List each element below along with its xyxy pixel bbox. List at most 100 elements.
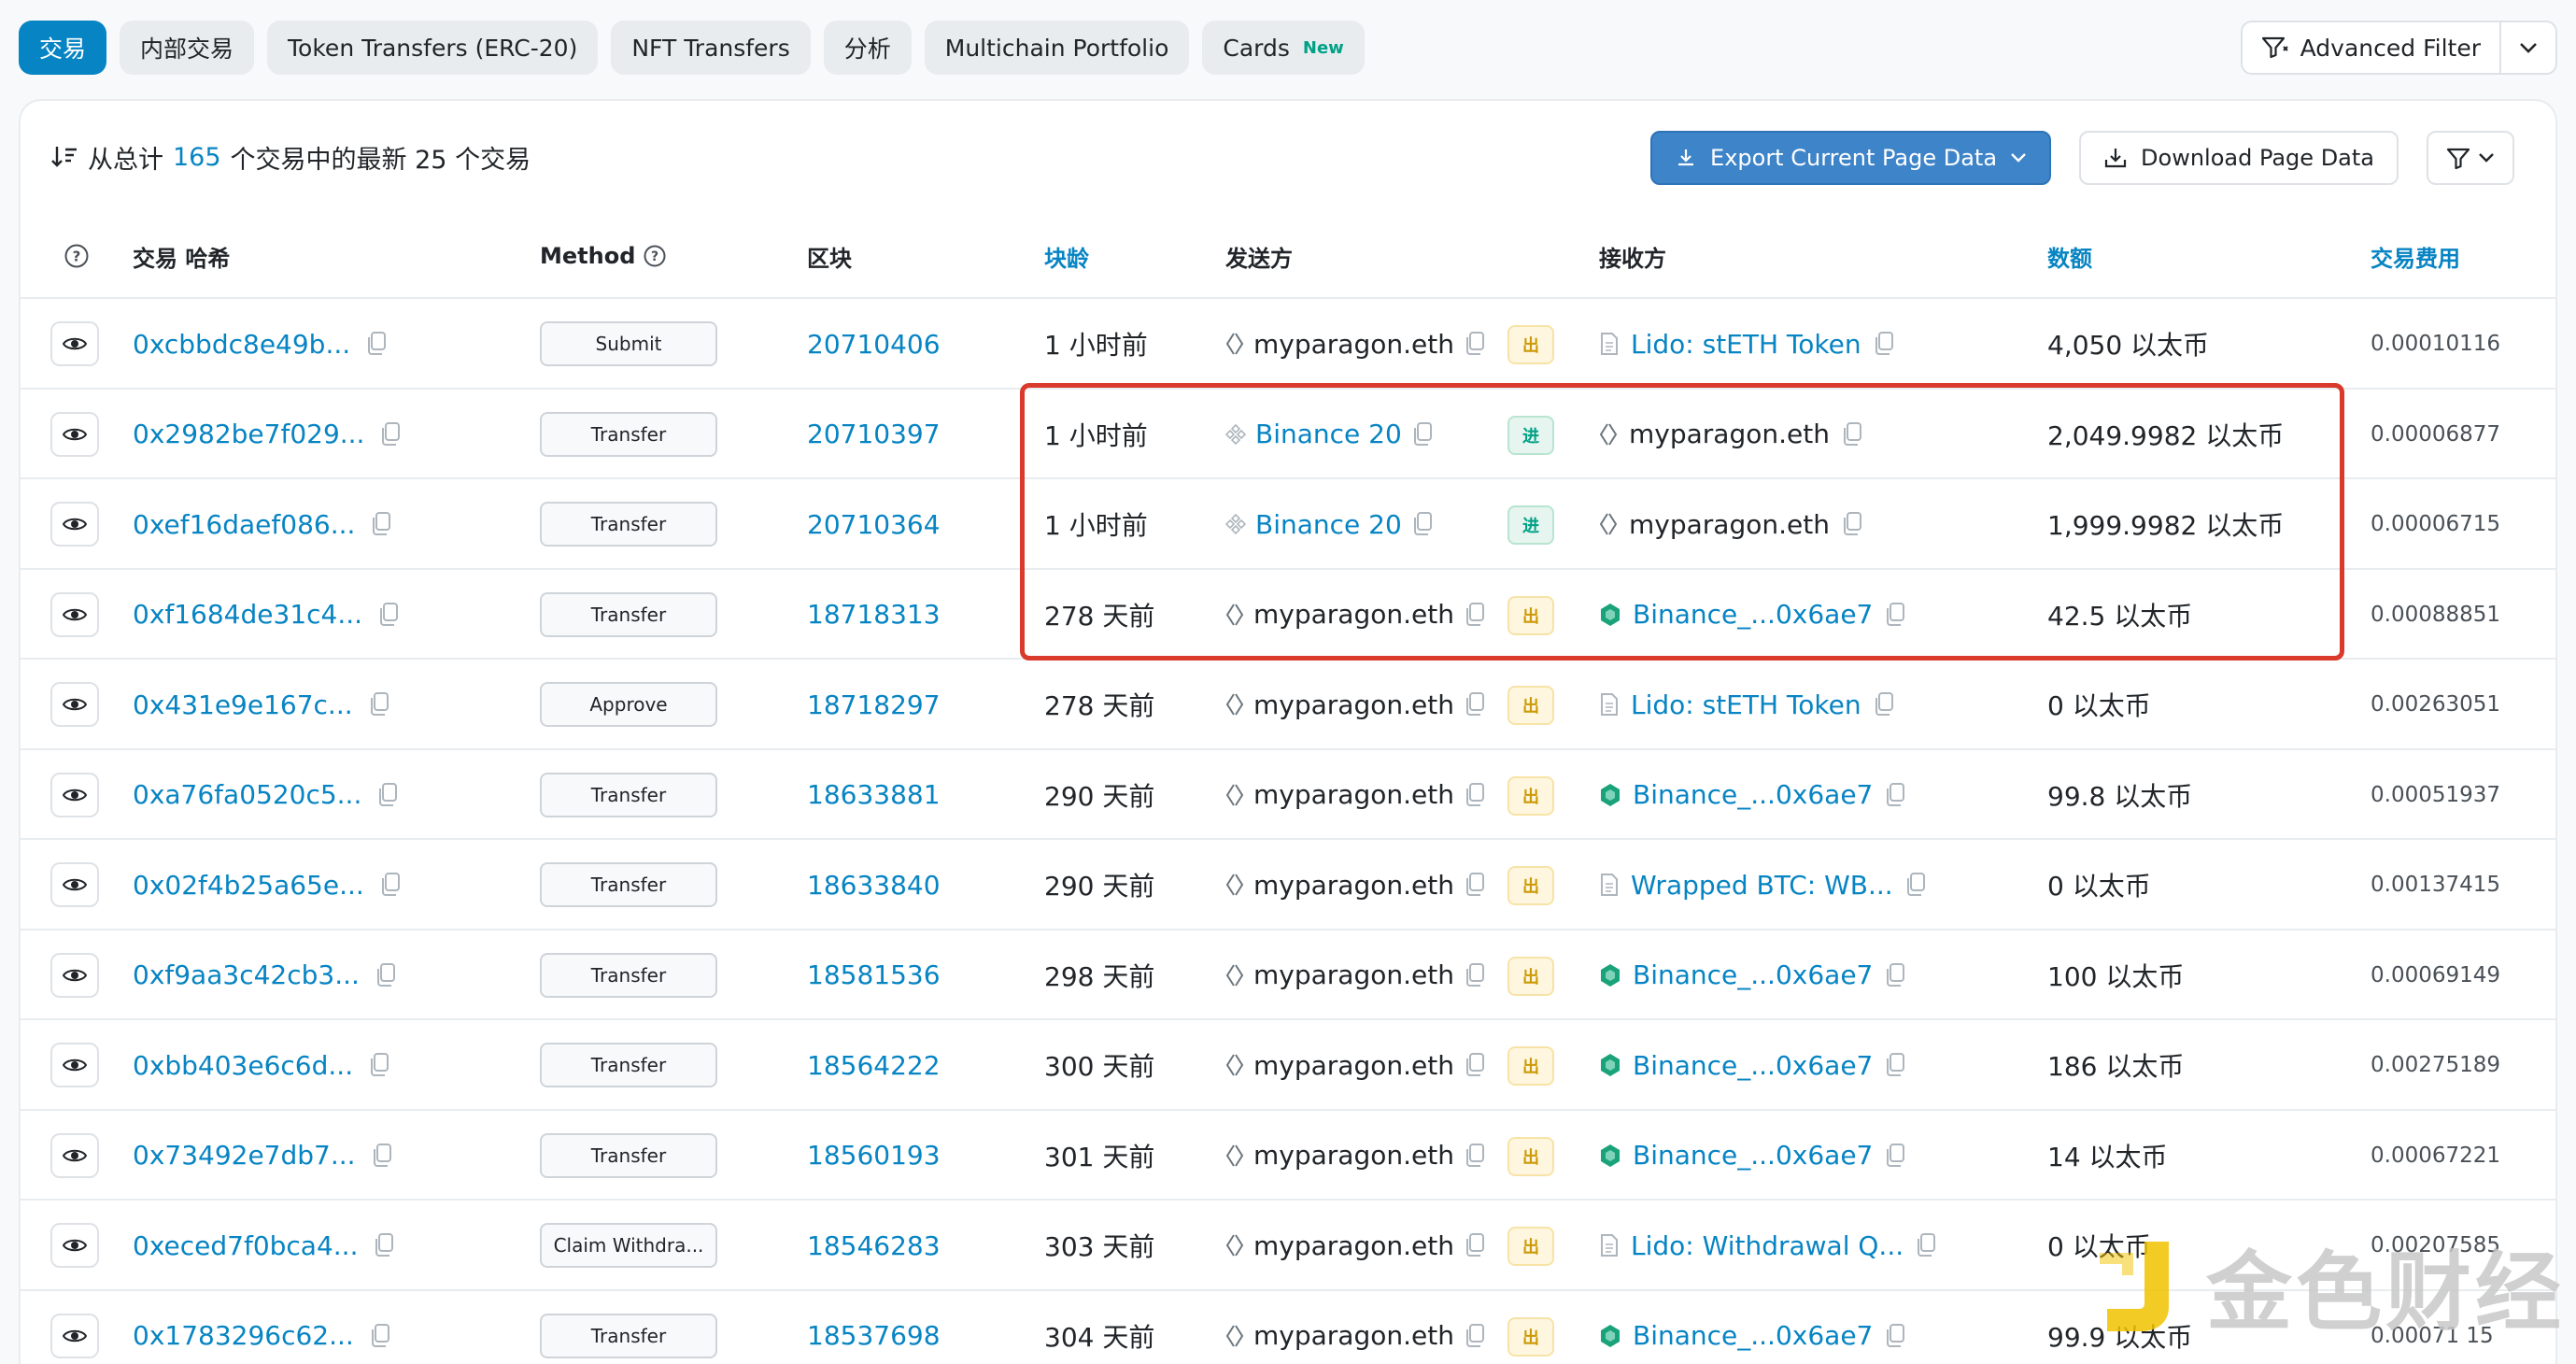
tx-hash-link[interactable]: 0xeced7f0bca4...: [133, 1230, 358, 1261]
col-age[interactable]: 块龄: [1044, 213, 1089, 299]
copy-icon[interactable]: [376, 782, 401, 808]
to-address[interactable]: Lido: stETH Token: [1631, 329, 1861, 360]
from-address[interactable]: myparagon.eth: [1253, 1230, 1454, 1261]
tx-hash-link[interactable]: 0xa76fa0520c5...: [133, 779, 361, 810]
copy-icon[interactable]: [1464, 602, 1488, 628]
to-address[interactable]: myparagon.eth: [1629, 509, 1830, 540]
copy-icon[interactable]: [370, 511, 394, 537]
tx-hash-link[interactable]: 0xf1684de31c4...: [133, 599, 362, 630]
tab-3[interactable]: NFT Transfers: [611, 21, 811, 75]
tx-hash-link[interactable]: 0x02f4b25a65e...: [133, 870, 364, 901]
copy-icon[interactable]: [365, 331, 389, 357]
preview-eye-button[interactable]: [50, 411, 99, 457]
copy-icon[interactable]: [377, 602, 402, 628]
tab-4[interactable]: 分析: [823, 21, 912, 75]
chevron-down-icon[interactable]: [2501, 22, 2555, 73]
copy-icon[interactable]: [1464, 1143, 1488, 1169]
copy-icon[interactable]: [1464, 691, 1488, 718]
preview-eye-button[interactable]: [50, 321, 99, 366]
col-amount[interactable]: 数额: [2047, 213, 2092, 299]
from-address[interactable]: myparagon.eth: [1253, 329, 1454, 360]
copy-icon[interactable]: [1841, 511, 1865, 537]
copy-icon[interactable]: [1884, 602, 1908, 628]
copy-icon[interactable]: [1884, 1143, 1908, 1169]
preview-eye-button[interactable]: [50, 1223, 99, 1268]
to-address[interactable]: myparagon.eth: [1629, 419, 1830, 449]
copy-icon[interactable]: [379, 421, 403, 448]
from-address[interactable]: myparagon.eth: [1253, 599, 1454, 630]
tx-hash-link[interactable]: 0x1783296c62...: [133, 1320, 354, 1351]
tab-6[interactable]: Cards New: [1202, 21, 1365, 75]
copy-icon[interactable]: [1464, 782, 1488, 808]
block-link[interactable]: 18546283: [807, 1201, 941, 1290]
from-address[interactable]: myparagon.eth: [1253, 1050, 1454, 1081]
copy-icon[interactable]: [1411, 511, 1436, 537]
tab-0[interactable]: 交易: [19, 21, 107, 75]
copy-icon[interactable]: [368, 691, 392, 718]
download-page-data-button[interactable]: Download Page Data: [2079, 131, 2399, 185]
help-icon[interactable]: ?: [643, 244, 667, 268]
to-address[interactable]: Wrapped BTC: WB...: [1631, 870, 1893, 901]
copy-icon[interactable]: [1904, 872, 1929, 898]
from-address[interactable]: myparagon.eth: [1253, 959, 1454, 990]
copy-icon[interactable]: [1464, 962, 1488, 988]
tx-hash-link[interactable]: 0xbb403e6c6d...: [133, 1050, 353, 1081]
copy-icon[interactable]: [1884, 962, 1908, 988]
column-filter-button[interactable]: [2427, 131, 2514, 185]
to-address[interactable]: Binance_...0x6ae7: [1633, 959, 1873, 990]
from-address[interactable]: myparagon.eth: [1253, 870, 1454, 901]
copy-icon[interactable]: [368, 1052, 392, 1078]
tx-hash-link[interactable]: 0x431e9e167c...: [133, 689, 353, 720]
from-address[interactable]: Binance 20: [1255, 509, 1402, 540]
copy-icon[interactable]: [371, 1143, 395, 1169]
preview-eye-button[interactable]: [50, 952, 99, 998]
preview-eye-button[interactable]: [50, 502, 99, 547]
to-address[interactable]: Binance_...0x6ae7: [1633, 779, 1873, 810]
block-link[interactable]: 18633881: [807, 750, 941, 840]
preview-eye-button[interactable]: [50, 1132, 99, 1178]
copy-icon[interactable]: [1464, 1232, 1488, 1258]
copy-icon[interactable]: [1464, 331, 1488, 357]
copy-icon[interactable]: [1464, 872, 1488, 898]
from-address[interactable]: myparagon.eth: [1253, 689, 1454, 720]
preview-eye-button[interactable]: [50, 682, 99, 727]
block-link[interactable]: 18633840: [807, 840, 941, 930]
copy-icon[interactable]: [375, 962, 399, 988]
block-link[interactable]: 18718313: [807, 570, 941, 660]
col-fee[interactable]: 交易费用: [2371, 213, 2460, 299]
block-link[interactable]: 20710364: [807, 479, 941, 569]
to-address[interactable]: Binance_...0x6ae7: [1633, 1320, 1873, 1351]
block-link[interactable]: 18564222: [807, 1020, 941, 1110]
copy-icon[interactable]: [1884, 1323, 1908, 1349]
copy-icon[interactable]: [1873, 331, 1897, 357]
tx-hash-link[interactable]: 0xef16daef086...: [133, 509, 355, 540]
tx-hash-link[interactable]: 0xcbbdc8e49b...: [133, 329, 350, 360]
copy-icon[interactable]: [373, 1232, 397, 1258]
block-link[interactable]: 18537698: [807, 1291, 941, 1364]
block-link[interactable]: 18560193: [807, 1111, 941, 1201]
copy-icon[interactable]: [1464, 1323, 1488, 1349]
advanced-filter-button[interactable]: Advanced Filter: [2240, 21, 2557, 75]
tx-hash-link[interactable]: 0x73492e7db7...: [133, 1140, 356, 1171]
preview-eye-button[interactable]: [50, 591, 99, 637]
copy-icon[interactable]: [1464, 1052, 1488, 1078]
preview-eye-button[interactable]: [50, 1313, 99, 1358]
to-address[interactable]: Binance_...0x6ae7: [1633, 1050, 1873, 1081]
to-address[interactable]: Binance_...0x6ae7: [1633, 1140, 1873, 1171]
to-address[interactable]: Binance_...0x6ae7: [1633, 599, 1873, 630]
copy-icon[interactable]: [1411, 421, 1436, 448]
tx-hash-link[interactable]: 0x2982be7f029...: [133, 419, 364, 449]
to-address[interactable]: Lido: stETH Token: [1631, 689, 1861, 720]
block-link[interactable]: 20710397: [807, 390, 941, 479]
preview-eye-button[interactable]: [50, 772, 99, 817]
copy-icon[interactable]: [1915, 1232, 1939, 1258]
preview-eye-button[interactable]: [50, 862, 99, 907]
tab-2[interactable]: Token Transfers (ERC-20): [267, 21, 599, 75]
from-address[interactable]: myparagon.eth: [1253, 1140, 1454, 1171]
from-address[interactable]: myparagon.eth: [1253, 1320, 1454, 1351]
copy-icon[interactable]: [1884, 782, 1908, 808]
copy-icon[interactable]: [1884, 1052, 1908, 1078]
copy-icon[interactable]: [1873, 691, 1897, 718]
from-address[interactable]: Binance 20: [1255, 419, 1402, 449]
advanced-filter-main[interactable]: Advanced Filter: [2243, 22, 2501, 73]
